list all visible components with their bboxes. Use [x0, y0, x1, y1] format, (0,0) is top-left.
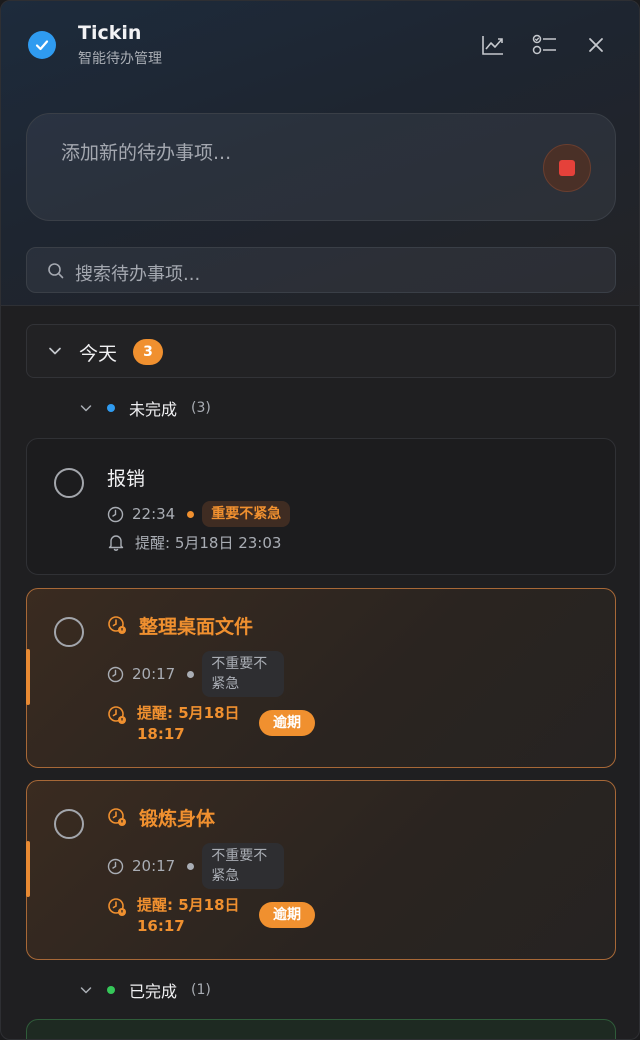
- pending-label: 未完成: [129, 400, 178, 419]
- overdue-clock-icon: [108, 706, 126, 724]
- priority-dot: [187, 670, 195, 678]
- today-group-header[interactable]: 今天 3: [26, 324, 616, 378]
- close-icon[interactable]: [582, 31, 610, 59]
- complete-checkbox[interactable]: [54, 809, 84, 839]
- done-dot: [107, 986, 115, 994]
- task-meta: 20:17 不重要不紧急: [107, 843, 285, 889]
- overdue-clock-icon: [108, 898, 126, 916]
- add-todo-placeholder: 添加新的待办事项...: [61, 142, 232, 164]
- overdue-clock-icon: [108, 808, 126, 826]
- overdue-badge: 逾期: [259, 710, 315, 736]
- task-card[interactable]: 报销 22:34 重要不紧急 提醒: 5月18日 23:03: [26, 438, 616, 575]
- reminder-text: 提醒: 5月18日 23:03: [135, 534, 282, 552]
- app-window: Tickin 智能待办管理 添加新的待办事项... 搜索待办事项... 今天 3: [0, 0, 640, 1040]
- record-stop-button[interactable]: [543, 144, 591, 192]
- group-count-badge: 3: [133, 339, 163, 365]
- task-reminder: 提醒: 5月18日 16:17: [107, 896, 249, 937]
- group-title: 今天: [79, 343, 118, 365]
- task-time: 20:17: [132, 857, 176, 875]
- task-reminder: 提醒: 5月18日 23:03: [107, 533, 281, 554]
- search-icon: [48, 263, 64, 279]
- overdue-badge: 逾期: [259, 902, 315, 928]
- priority-dot: [187, 510, 195, 518]
- task-time: 20:17: [132, 665, 176, 683]
- chart-icon[interactable]: [479, 31, 507, 59]
- add-todo-input[interactable]: 添加新的待办事项...: [26, 113, 616, 221]
- task-meta: 22:34 重要不紧急: [107, 501, 291, 527]
- search-placeholder: 搜索待办事项...: [75, 264, 201, 285]
- pending-count: (3): [191, 400, 211, 416]
- bell-icon: [108, 535, 124, 551]
- task-time: 22:34: [132, 505, 176, 523]
- chevron-down-icon: [80, 405, 92, 412]
- clock-icon: [107, 666, 124, 682]
- done-count: (1): [191, 982, 211, 998]
- checkmark-logo-icon: [28, 31, 56, 59]
- pending-dot: [107, 404, 115, 412]
- priority-tag: 重要不紧急: [202, 501, 291, 527]
- priority-tag: 不重要不紧急: [202, 651, 285, 697]
- overdue-clock-icon: [108, 616, 126, 634]
- stop-icon: [559, 160, 575, 176]
- task-meta: 20:17 不重要不紧急: [107, 651, 285, 697]
- completed-task-card[interactable]: [26, 1019, 616, 1039]
- pending-section-header[interactable]: 未完成 (3): [79, 396, 211, 420]
- search-input[interactable]: 搜索待办事项...: [26, 247, 616, 293]
- priority-tag: 不重要不紧急: [202, 843, 285, 889]
- task-card-overdue[interactable]: 锻炼身体 20:17 不重要不紧急 提醒: 5月18日 16:17 逾期: [26, 780, 616, 960]
- clock-icon: [107, 858, 124, 874]
- done-label: 已完成: [129, 982, 178, 1001]
- complete-checkbox[interactable]: [54, 617, 84, 647]
- task-title: 报销: [107, 468, 146, 490]
- task-title: 锻炼身体: [139, 808, 216, 830]
- reminder-text: 提醒: 5月18日 18:17: [137, 704, 240, 743]
- clock-icon: [107, 506, 124, 522]
- complete-checkbox[interactable]: [54, 468, 84, 498]
- chevron-down-icon: [80, 987, 92, 994]
- task-reminder: 提醒: 5月18日 18:17: [107, 704, 249, 745]
- reminder-text: 提醒: 5月18日 16:17: [137, 896, 240, 935]
- task-card-overdue[interactable]: 整理桌面文件 20:17 不重要不紧急 提醒: 5月18日 18:17 逾期: [26, 588, 616, 768]
- priority-dot: [187, 862, 195, 870]
- header-area: Tickin 智能待办管理 添加新的待办事项... 搜索待办事项...: [1, 1, 639, 306]
- task-title: 整理桌面文件: [139, 616, 254, 638]
- checklist-icon[interactable]: [531, 31, 559, 59]
- app-subtitle: 智能待办管理: [78, 51, 162, 67]
- app-title: Tickin: [78, 22, 142, 44]
- done-section-header[interactable]: 已完成 (1): [79, 978, 211, 1002]
- chevron-down-icon: [49, 347, 61, 355]
